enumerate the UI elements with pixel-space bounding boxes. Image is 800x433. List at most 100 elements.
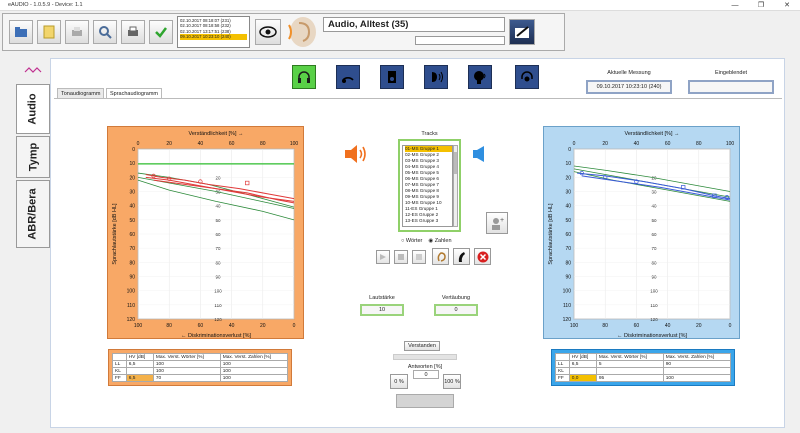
- radio-words[interactable]: ○ Wörter: [401, 238, 422, 244]
- overlay-label: Eingeblendet: [714, 70, 748, 76]
- left-results-panel: HV [dB] Max. Verst. Wörter [%] Max. Vers…: [108, 349, 292, 386]
- close-button[interactable]: ✕: [776, 1, 798, 10]
- y-center-tick-label: 100: [650, 289, 658, 294]
- x-bottom-tick-label: 60: [198, 323, 204, 329]
- table-header-row: HV [dB] Max. Verst. Wörter [%] Max. Vers…: [555, 353, 732, 361]
- speech-head-icon: [474, 71, 486, 84]
- y-tick-label: 110: [563, 303, 571, 309]
- y-center-tick-label: 80: [215, 260, 221, 265]
- track-list[interactable]: 01-MS Gruppe 1 02-MS Gruppe 2 03-MS Grup…: [402, 145, 453, 227]
- track-scrollbar[interactable]: [453, 145, 458, 227]
- track-scrollbar-thumb[interactable]: [454, 152, 457, 174]
- print-preview-button[interactable]: [65, 20, 89, 44]
- y-tick-label: 0: [132, 147, 135, 153]
- hundred-percent-button[interactable]: 100 %: [443, 374, 461, 389]
- answers-value: 0: [413, 370, 439, 379]
- y-tick-label: 20: [129, 175, 135, 181]
- right-chart-svg: Verständlichkeit [%] → ← Diskriminationsv…: [548, 131, 734, 339]
- x-bottom-tick-label: 0: [293, 323, 296, 329]
- result-display: [396, 394, 454, 408]
- loudness-label: Lautstärke: [369, 295, 395, 301]
- tab-tymp[interactable]: Tymp: [16, 136, 50, 178]
- loudness-value: 10: [360, 304, 404, 316]
- x-top-tick-label: 80: [260, 141, 266, 147]
- right-ear-speaker-icon[interactable]: [472, 145, 486, 163]
- y-tick-label: 50: [565, 218, 571, 224]
- history-item-selected[interactable]: 09.10.2017 10:23:10 (240): [180, 34, 247, 40]
- measurement-history-list[interactable]: 02.10.2017 08:18:07 (231) 02.10.2017 08:…: [177, 16, 250, 48]
- table-row: FF 6,5 70 100: [112, 374, 289, 382]
- patient-name: Audio, Alltest (35): [323, 17, 505, 32]
- x-top-tick-label: 60: [229, 141, 235, 147]
- pause-icon: [416, 254, 422, 260]
- y-center-tick-label: 70: [215, 246, 221, 251]
- y-tick-label: 80: [565, 260, 571, 266]
- x-top-tick-label: 20: [602, 141, 608, 147]
- radio-numbers[interactable]: ◉ Zahlen: [428, 238, 451, 244]
- left-ear-speaker-icon[interactable]: [344, 144, 368, 164]
- patient-folder-button[interactable]: [9, 20, 33, 44]
- masking-value: 0: [434, 304, 478, 316]
- track-item[interactable]: 13-ES Gruppe 3: [405, 218, 452, 224]
- print-button[interactable]: [121, 20, 145, 44]
- free-field-icon: [432, 71, 443, 83]
- masking-label: Vertäubung: [441, 295, 471, 301]
- x-bottom-tick-label: 100: [134, 323, 143, 329]
- minimize-button[interactable]: —: [724, 1, 746, 10]
- tab-audio[interactable]: Audio: [16, 84, 50, 134]
- tab-divider: [54, 98, 782, 99]
- ear-button[interactable]: [432, 248, 449, 265]
- y-center-tick-label: 40: [651, 204, 657, 209]
- maximize-button[interactable]: ❐: [750, 1, 772, 10]
- understood-button[interactable]: Verstanden: [404, 341, 440, 351]
- edit-patient-button[interactable]: [509, 19, 535, 45]
- window-title: eAUDIO - 1.0.5.9 - Device: 1.1: [8, 2, 83, 8]
- stop-button[interactable]: [394, 250, 408, 264]
- y-center-tick-label: 80: [651, 260, 657, 265]
- table-row: LL 6,5 100 100: [112, 360, 289, 368]
- add-test-button[interactable]: +: [486, 212, 508, 234]
- patient-folder-icon: [15, 27, 27, 37]
- mode-free-field-button[interactable]: [424, 65, 448, 89]
- table-row: KL: [555, 367, 732, 375]
- table-row: LL 6,5 5 90: [555, 360, 732, 368]
- mode-bone-conduction-button[interactable]: [336, 65, 360, 89]
- y-center-tick-label: 60: [215, 232, 221, 237]
- y-tick-label: 70: [565, 246, 571, 252]
- y-tick-label: 120: [127, 317, 136, 323]
- speaker-box-icon: [388, 71, 396, 83]
- eye-icon: [259, 26, 277, 38]
- view-button[interactable]: [255, 19, 281, 45]
- y-tick-label: 30: [129, 190, 135, 196]
- hearing-aid-button[interactable]: [453, 248, 470, 265]
- waveform-icon: [24, 67, 42, 73]
- x-top-tick-label: 40: [198, 141, 204, 147]
- mode-headphones-button[interactable]: [292, 65, 316, 89]
- y-center-tick-label: 90: [215, 275, 221, 280]
- cancel-button[interactable]: [474, 248, 491, 265]
- mode-headphone-ear-button[interactable]: [515, 65, 539, 89]
- y-tick-label: 60: [129, 232, 135, 238]
- zero-percent-button[interactable]: 0 %: [390, 374, 408, 389]
- x-bottom-tick-label: 20: [696, 323, 702, 329]
- search-button[interactable]: [93, 20, 117, 44]
- notes-button[interactable]: [37, 20, 61, 44]
- tab-abr-bera[interactable]: ABR/Bera: [16, 180, 50, 248]
- mode-speaker-button[interactable]: [380, 65, 404, 89]
- y-tick-label: 0: [568, 147, 571, 153]
- confirm-button[interactable]: [149, 20, 173, 44]
- y-center-tick-label: 20: [215, 175, 221, 180]
- y-tick-label: 10: [565, 161, 571, 167]
- pause-button[interactable]: [412, 250, 426, 264]
- x-bottom-tick-label: 100: [570, 323, 579, 329]
- current-measurement-label: Aktuelle Messung: [607, 70, 651, 76]
- play-button[interactable]: [376, 250, 390, 264]
- chart-title: Verständlichkeit [%] →: [624, 131, 679, 137]
- left-chart-svg: Verständlichkeit [%] → ← Diskriminationsv…: [112, 131, 298, 339]
- y-center-tick-label: 60: [651, 232, 657, 237]
- x-top-tick-label: 60: [665, 141, 671, 147]
- mode-speech-button[interactable]: [468, 65, 492, 89]
- right-results-table: HV [dB] Max. Verst. Wörter [%] Max. Vers…: [555, 353, 732, 382]
- x-bottom-tick-label: 20: [260, 323, 266, 329]
- y-center-tick-label: 90: [651, 275, 657, 280]
